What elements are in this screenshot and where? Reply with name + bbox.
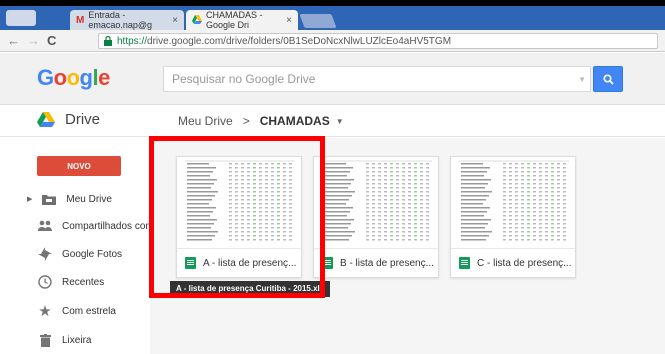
reload-icon[interactable]: C — [47, 33, 56, 48]
drive-subbar: Drive Meu Drive > CHAMADAS ▼ — [0, 105, 665, 137]
file-card[interactable]: C - lista de presenç... — [450, 156, 576, 278]
drive-icon — [192, 14, 202, 26]
file-name: B - lista de presenç... — [340, 257, 434, 269]
tab-gmail[interactable]: M Entrada - emacao.nap@g × — [70, 10, 184, 30]
url-path: drive.google.com/drive/folders/0B1SeDoNc… — [147, 35, 452, 47]
gmail-icon: M — [76, 14, 85, 26]
spreadsheet-icon — [459, 257, 470, 269]
sidebar: NOVO ▶ Meu Drive Compartilhados comigo G… — [0, 138, 167, 354]
new-button[interactable]: NOVO — [37, 156, 121, 176]
drive-header: Google Pesquisar no Google Drive ▼ — [0, 53, 665, 105]
sidebar-item-photos[interactable]: Google Fotos — [38, 244, 122, 264]
sidebar-item-shared[interactable]: Compartilhados comigo — [38, 216, 167, 236]
search-placeholder: Pesquisar no Google Drive — [172, 72, 316, 86]
breadcrumb: Meu Drive > CHAMADAS ▼ — [178, 114, 344, 128]
breadcrumb-separator: > — [242, 114, 250, 128]
new-tab-button[interactable] — [299, 14, 337, 28]
url-scheme: https:// — [117, 35, 148, 47]
file-card[interactable]: B - lista de presenç... — [313, 156, 439, 278]
search-button[interactable] — [593, 66, 623, 92]
breadcrumb-current[interactable]: CHAMADAS — [260, 114, 330, 128]
lock-icon — [104, 36, 112, 46]
sidebar-item-starred[interactable]: ★ Com estrela — [38, 301, 116, 321]
search-icon — [602, 73, 614, 85]
photos-icon — [38, 247, 52, 261]
sidebar-item-trash[interactable]: Lixeira — [38, 330, 91, 350]
breadcrumb-root[interactable]: Meu Drive — [178, 114, 233, 128]
file-thumbnail — [451, 157, 575, 249]
sidebar-item-label: Com estrela — [62, 305, 116, 317]
star-icon: ★ — [38, 303, 52, 320]
red-highlight-box — [149, 136, 325, 298]
tab-label: Entrada - emacao.nap@g — [88, 10, 153, 30]
folder-icon — [42, 192, 57, 206]
browser-user-icon[interactable] — [6, 10, 36, 26]
tab-drive[interactable]: CHAMADAS - Google Dri × — [186, 10, 298, 30]
search-options-icon[interactable]: ▼ — [578, 75, 586, 84]
clock-icon — [38, 275, 52, 289]
sidebar-item-label: Recentes — [62, 276, 105, 288]
tab-label: CHAMADAS - Google Dri — [206, 10, 263, 30]
chevron-down-icon[interactable]: ▼ — [336, 117, 344, 126]
sidebar-item-label: Lixeira — [62, 334, 92, 346]
url-field[interactable]: https:// drive.google.com/drive/folders/… — [98, 33, 658, 49]
drive-title: Drive — [37, 111, 100, 128]
close-tab-icon[interactable]: × — [286, 15, 292, 26]
back-icon[interactable]: ← — [7, 33, 20, 48]
file-title: C - lista de presenç... — [459, 257, 571, 269]
search-input[interactable]: Pesquisar no Google Drive ▼ — [163, 66, 591, 92]
file-title: B - lista de presenç... — [322, 257, 434, 269]
forward-icon[interactable]: → — [27, 33, 40, 48]
sidebar-item-recent[interactable]: Recentes — [38, 272, 104, 292]
drive-logo-icon — [37, 112, 55, 127]
expand-arrow-icon[interactable]: ▶ — [27, 195, 32, 203]
file-name: C - lista de presenç... — [477, 257, 572, 269]
close-tab-icon[interactable]: × — [172, 15, 178, 26]
file-thumbnail — [314, 157, 438, 249]
google-logo[interactable]: Google — [37, 65, 110, 91]
sidebar-item-label: Google Fotos — [62, 248, 123, 260]
sidebar-item-my-drive[interactable]: ▶ Meu Drive — [27, 189, 112, 209]
sidebar-item-label: Meu Drive — [66, 193, 112, 205]
trash-icon — [38, 333, 52, 347]
address-bar: ← → C https:// drive.google.com/drive/fo… — [0, 30, 665, 52]
browser-tabstrip: M Entrada - emacao.nap@g × CHAMADAS - Go… — [0, 6, 665, 30]
drive-title-label: Drive — [65, 111, 101, 128]
shared-people-icon — [38, 219, 52, 233]
